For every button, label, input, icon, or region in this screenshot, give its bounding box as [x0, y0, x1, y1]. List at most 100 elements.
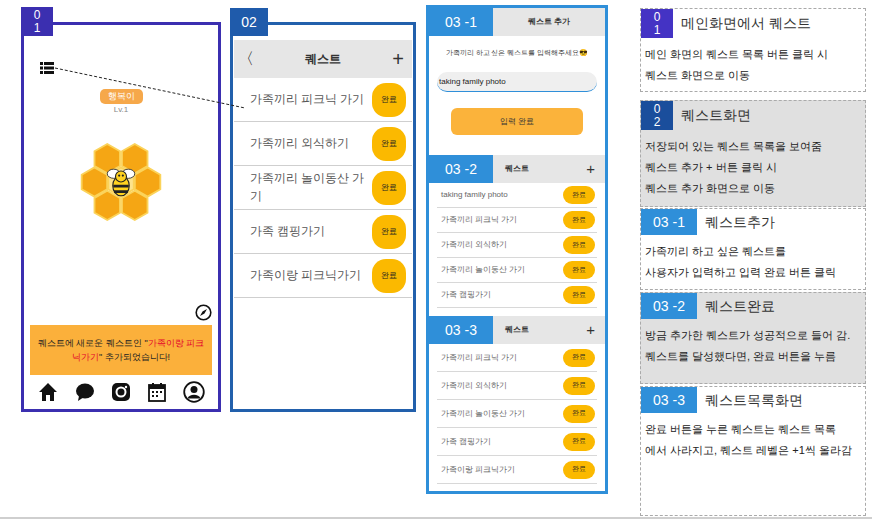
quest-row: 가족끼리 피크닉 가기 완료: [437, 208, 597, 233]
quest-text: 가족끼리 피크닉 가기: [250, 91, 364, 108]
instagram-icon[interactable]: [110, 381, 132, 403]
main-screen: 01행복이Lv.1퀘스트에 새로운 퀘스트인 "가족이랑 피크닉가기" 추가되었…: [21, 22, 221, 412]
quest-text: 가족끼리 피크닉 가기: [441, 214, 517, 226]
quest-text: 가족 캠핑가기: [441, 436, 491, 448]
compass-icon[interactable]: [195, 304, 212, 321]
note-label: 03 -2: [641, 293, 697, 319]
quest-row: 가족끼리 놀이동산 가기완료: [437, 400, 597, 428]
quest-text: taking family photo: [441, 189, 508, 201]
submit-button[interactable]: 입력 완료: [451, 108, 583, 135]
screen-label-text: 03 -3: [445, 320, 477, 341]
add-quest-title: 퀘스트 추가: [528, 16, 570, 28]
note-label-text: 01: [654, 11, 661, 36]
screen-label-text: 03 -2: [445, 159, 477, 180]
quest-row: 가족끼리 외식하기 완료: [234, 122, 412, 166]
complete-button[interactable]: 완료: [563, 433, 595, 451]
add-quest-screen: 03 -1 퀘스트 추가가족끼리 하고 싶은 퀘스트를 입력해주세요😎 taking…: [429, 8, 605, 155]
list-header-bar: 퀘스트+: [493, 316, 605, 344]
quest-text: 가족 캠핑가기: [250, 223, 325, 240]
added-screen: 03 -2퀘스트+taking family photo완료가족끼리 피크닉 가…: [429, 155, 605, 312]
quest-text: 가족 캠핑가기: [441, 289, 491, 301]
screen-label-text: 03 -1: [445, 12, 477, 33]
complete-button[interactable]: 완료: [563, 349, 595, 367]
screen-label: 02: [230, 8, 268, 36]
quest-input-value: taking family photo: [439, 76, 506, 88]
quest-text: 가족끼리 놀이동산 가기: [441, 264, 525, 276]
storyboard: 01행복이Lv.1퀘스트에 새로운 퀘스트인 "가족이랑 피크닉가기" 추가되었…: [0, 0, 872, 521]
complete-button[interactable]: 완료: [372, 171, 406, 205]
note-line: 퀘스트 추가 화면으로 이동: [645, 178, 861, 199]
quest-text: 가족끼리 외식하기: [250, 135, 349, 152]
quest-title: 퀘스트: [305, 50, 341, 68]
screen-label-text: 02: [241, 12, 257, 33]
note-title: 퀘스트완료: [705, 296, 775, 317]
notification-text: 퀘스트에 새로운 퀘스트인 "가족이랑 피크닉가기" 추가되었습니다!: [36, 336, 206, 364]
note-line: 완료 버튼을 누른 퀘스트는 퀘스트 목록: [645, 419, 861, 440]
pet-name-badge: 행복이: [100, 89, 143, 104]
add-quest-button[interactable]: +: [586, 319, 595, 342]
quest-row: 가족 캠핑가기 완료: [437, 428, 597, 456]
back-button[interactable]: 〈: [238, 47, 254, 71]
quest-list-icon[interactable]: [40, 61, 54, 75]
note-line: 퀘스트 추가 + 버튼 클릭 시: [645, 157, 861, 178]
pet-name: 행복이: [108, 89, 135, 104]
home-icon[interactable]: [37, 381, 59, 403]
note-card: 03 -3퀘스트목록화면완료 버튼을 누른 퀘스트는 퀘스트 목록에서 사라지고…: [640, 386, 866, 516]
note-line: 메인 화면의 퀘스트 목록 버튼 클릭 시: [645, 44, 861, 65]
note-line: 퀘스트를 달성했다면, 완료 버튼을 누름: [645, 346, 861, 367]
bee-honeycomb-icon: [66, 136, 176, 228]
notification-before: 퀘스트에 새로운 퀘스트인 ": [38, 338, 148, 348]
calendar-icon[interactable]: [146, 381, 168, 403]
complete-button[interactable]: 완료: [372, 215, 406, 249]
note-label: 02: [641, 101, 673, 130]
note-line: 퀘스트 화면으로 이동: [645, 65, 861, 86]
screen-label: 03 -3: [429, 316, 493, 344]
add-quest-header: 03 -1 퀘스트 추가: [429, 8, 605, 36]
complete-button[interactable]: 완료: [563, 236, 595, 254]
note-label: 03 -1: [641, 209, 697, 235]
complete-button[interactable]: 완료: [372, 127, 406, 161]
note-header: 03 -3퀘스트목록화면: [641, 387, 861, 413]
quest-text: 가족끼리 피크닉 가기: [441, 352, 517, 364]
complete-button[interactable]: 완료: [563, 461, 595, 479]
list-title: 퀘스트: [505, 163, 529, 175]
quest-row: 가족 캠핑가기 완료: [234, 210, 412, 254]
profile-icon[interactable]: [183, 381, 205, 403]
quest-row: 가족이랑 피크닉가기완료: [437, 456, 597, 484]
note-label-text: 03 -1: [653, 212, 685, 233]
quest-text: 가족끼리 외식하기: [441, 239, 507, 251]
quest-flow-screens: 03 -1 퀘스트 추가가족끼리 하고 싶은 퀘스트를 입력해주세요😎 taking…: [426, 5, 608, 494]
add-quest-button[interactable]: +: [392, 44, 408, 74]
quest-input[interactable]: taking family photo: [437, 72, 597, 92]
note-header: 01 메인화면에서 퀘스트: [641, 9, 861, 38]
screen-label: 03 -2: [429, 155, 493, 183]
add-quest-prompt: 가족끼리 하고 싶은 퀘스트를 입력해주세요😎: [429, 48, 605, 58]
note-line: 저장되어 있는 퀘스트 목록을 보여줌: [645, 136, 861, 157]
complete-button[interactable]: 완료: [563, 261, 595, 279]
note-title: 퀘스트목록화면: [705, 390, 803, 411]
list-header: 03 -2 퀘스트 +: [429, 155, 605, 183]
quest-row: 가족이랑 피크닉가기 완료: [234, 254, 412, 298]
complete-button[interactable]: 완료: [563, 405, 595, 423]
complete-button[interactable]: 완료: [563, 377, 595, 395]
note-body: 완료 버튼을 누른 퀘스트는 퀘스트 목록에서 사라지고, 퀘스트 레벨은 +1…: [645, 419, 861, 461]
complete-button[interactable]: 완료: [563, 186, 595, 204]
note-card: 01 메인화면에서 퀘스트메인 화면의 퀘스트 목록 버튼 클릭 시퀘스트 화면으…: [640, 8, 866, 92]
note-line: 방금 추가한 퀘스트가 성공적으로 들어 감.: [645, 325, 861, 346]
notification-after: " 추가되었습니다!: [99, 352, 170, 362]
add-quest-button[interactable]: +: [586, 158, 595, 181]
quest-text: 가족이랑 피크닉가기: [250, 267, 361, 284]
complete-button[interactable]: 완료: [372, 259, 406, 293]
note-header: 02퀘스트화면: [641, 101, 861, 130]
add-quest-bar: 퀘스트 추가: [493, 8, 605, 36]
quest-row: 가족끼리 외식하기 완료: [437, 233, 597, 258]
complete-button[interactable]: 완료: [563, 286, 595, 304]
screen-label: 03 -1: [429, 8, 493, 36]
list-header-bar: 퀘스트 +: [493, 155, 605, 183]
bottom-nav: [24, 375, 218, 409]
note-header: 03 -1퀘스트추가: [641, 209, 861, 235]
complete-button[interactable]: 완료: [372, 83, 406, 117]
chat-icon[interactable]: [74, 381, 96, 403]
note-title: 메인화면에서 퀘스트: [681, 13, 811, 34]
complete-button[interactable]: 완료: [563, 211, 595, 229]
